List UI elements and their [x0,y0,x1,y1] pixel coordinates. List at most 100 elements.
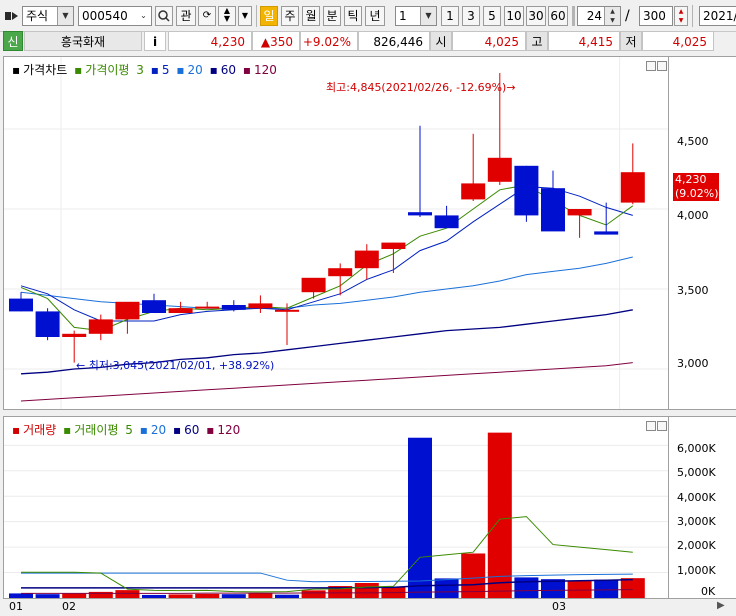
volume-bar [35,594,60,598]
volume-bar [620,578,645,598]
volume-bar [248,593,273,598]
price-chart-panel[interactable]: ▪ 가격차트 ▪ 가격이평 3 ▪ 5 ▪ 20 ▪ 60 ▪ 120 최고:4,845(2… [3,56,669,410]
stock-name[interactable]: 흥국화재 [24,31,142,51]
y-tick-4000: 4,000 [677,209,709,222]
interval-select[interactable]: 1 ▼ [395,6,437,26]
candle-body [408,212,432,216]
market-select-value: 주식 [26,9,49,23]
legend-price-ma-label: 가격이평 [85,63,130,77]
vol-tick-5000k: 5,000K [677,466,716,479]
volume-bar [301,590,326,598]
candle-body [195,306,220,309]
search-icon [158,10,170,22]
candle-body [487,157,512,182]
maximize-icon[interactable] [657,61,667,71]
y-tick-3500: 3,500 [677,284,709,297]
legend-price-chart: 가격차트 [23,63,68,77]
tab-weekly[interactable]: 주 [281,6,299,26]
current-price-tag-value: 4,230 [675,173,707,186]
search-button[interactable] [155,6,173,26]
candle-body [567,209,592,216]
stock-code-value: 000540 [82,9,128,23]
legend-ma20: 20 [187,63,203,77]
candle-body [541,188,565,232]
date-input[interactable]: 2021/0 [699,6,736,26]
separator [692,5,693,27]
ma20-line [20,256,633,309]
volume-chart-panel[interactable]: ▪ 거래량 ▪ 거래이평 5 ▪ 20 ▪ 60 ▪ 120 [3,416,669,599]
volume-bar [88,591,113,598]
tab-monthly[interactable]: 월 [302,6,320,26]
candle-body [514,165,539,216]
quote-bar: 신 흥국화재 i 4,230 ▲350 +9.02% 826,446 시 4,0… [0,31,736,51]
volume-bar [594,579,619,598]
total-count-input[interactable]: 300 [639,6,673,26]
candle-body [594,231,619,235]
volume-bar [9,593,33,598]
price-change-pct: +9.02% [300,31,358,51]
volume-bar [142,594,166,598]
candle-body [620,172,645,203]
chevron-down-icon: ▼ [57,7,73,25]
interval-3-button[interactable]: 3 [462,6,480,26]
market-select[interactable]: 주식 ▼ [22,6,74,26]
settings-button[interactable] [572,6,575,26]
stock-code-input[interactable]: 000540 ⌄ [78,6,152,26]
legend-ma3: 3 [136,63,144,77]
interval-30-button[interactable]: 30 [526,6,546,26]
tab-yearly[interactable]: 년 [365,6,385,26]
volume-bar [115,590,140,598]
maximize-icon[interactable] [657,421,667,431]
current-price: 4,230 [168,31,252,51]
vol-tick-2000k: 2,000K [677,539,716,552]
tab-tick[interactable]: 틱 [344,6,362,26]
candle-body [35,311,60,337]
volume-bar [168,594,193,598]
y-tick-4500: 4,500 [677,135,709,148]
stock-cycle-button[interactable]: ⟳ [198,6,216,26]
volume-chart-svg [4,432,668,598]
legend-vol-ma120: 120 [217,423,241,437]
interval-5-button[interactable]: 5 [483,6,501,26]
vol-tick-6000k: 6,000K [677,442,716,455]
minimize-icon[interactable] [646,421,656,431]
volume-bar [514,577,539,598]
low-label: 저 [620,31,642,51]
total-spinner[interactable]: ▲ ▼ [674,6,688,26]
legend-ma120: 120 [254,63,277,77]
count-input[interactable]: 24 ▲ ▼ [577,6,621,26]
window-menu-icon[interactable] [4,9,20,23]
count-slash: / [625,8,630,24]
legend-vol-ma60: 60 [184,423,200,437]
scroll-right-icon[interactable]: ▶ [717,600,725,611]
candle-body [461,183,486,200]
spinner-icon[interactable]: ▲ ▼ [604,7,620,25]
candle-body [301,277,326,293]
current-price-tag: 4,230 (9.02%) [673,173,719,201]
volume-bar [221,594,246,598]
interval-10-button[interactable]: 10 [504,6,524,26]
current-price-tag-pct: (9.02%) [675,187,719,200]
price-legend: ▪ 가격차트 ▪ 가격이평 3 ▪ 5 ▪ 20 ▪ 60 ▪ 120 [12,63,277,77]
x-label-01: 01 [9,600,23,613]
interval-60-button[interactable]: 60 [548,6,568,26]
open-price: 4,025 [452,31,526,51]
candle-body [275,309,299,312]
info-button[interactable]: i [144,31,166,51]
legend-vol-ma20: 20 [150,423,167,437]
vol-tick-0k: 0K [701,585,716,598]
stock-updown-spinner[interactable]: ▲ ▼ [218,6,236,26]
tab-minute[interactable]: 분 [323,6,341,26]
candle-body [142,300,166,313]
candle-body [328,268,353,277]
count-value: 24 [586,9,602,23]
interval-value: 1 [399,9,407,23]
toolbar: 주식 ▼ 000540 ⌄ 관 ⟳ ▲ ▼ ▼ 일 주 월 분 틱 년 1 ▼ 1 3 … [0,0,736,32]
minimize-icon[interactable] [646,61,656,71]
chevron-down-icon: ⌄ [136,7,151,25]
candle-body [381,242,406,249]
dropdown-button[interactable]: ▼ [238,6,252,26]
interest-button[interactable]: 관 [176,6,196,26]
interval-1-button[interactable]: 1 [441,6,459,26]
tab-daily[interactable]: 일 [260,6,278,26]
